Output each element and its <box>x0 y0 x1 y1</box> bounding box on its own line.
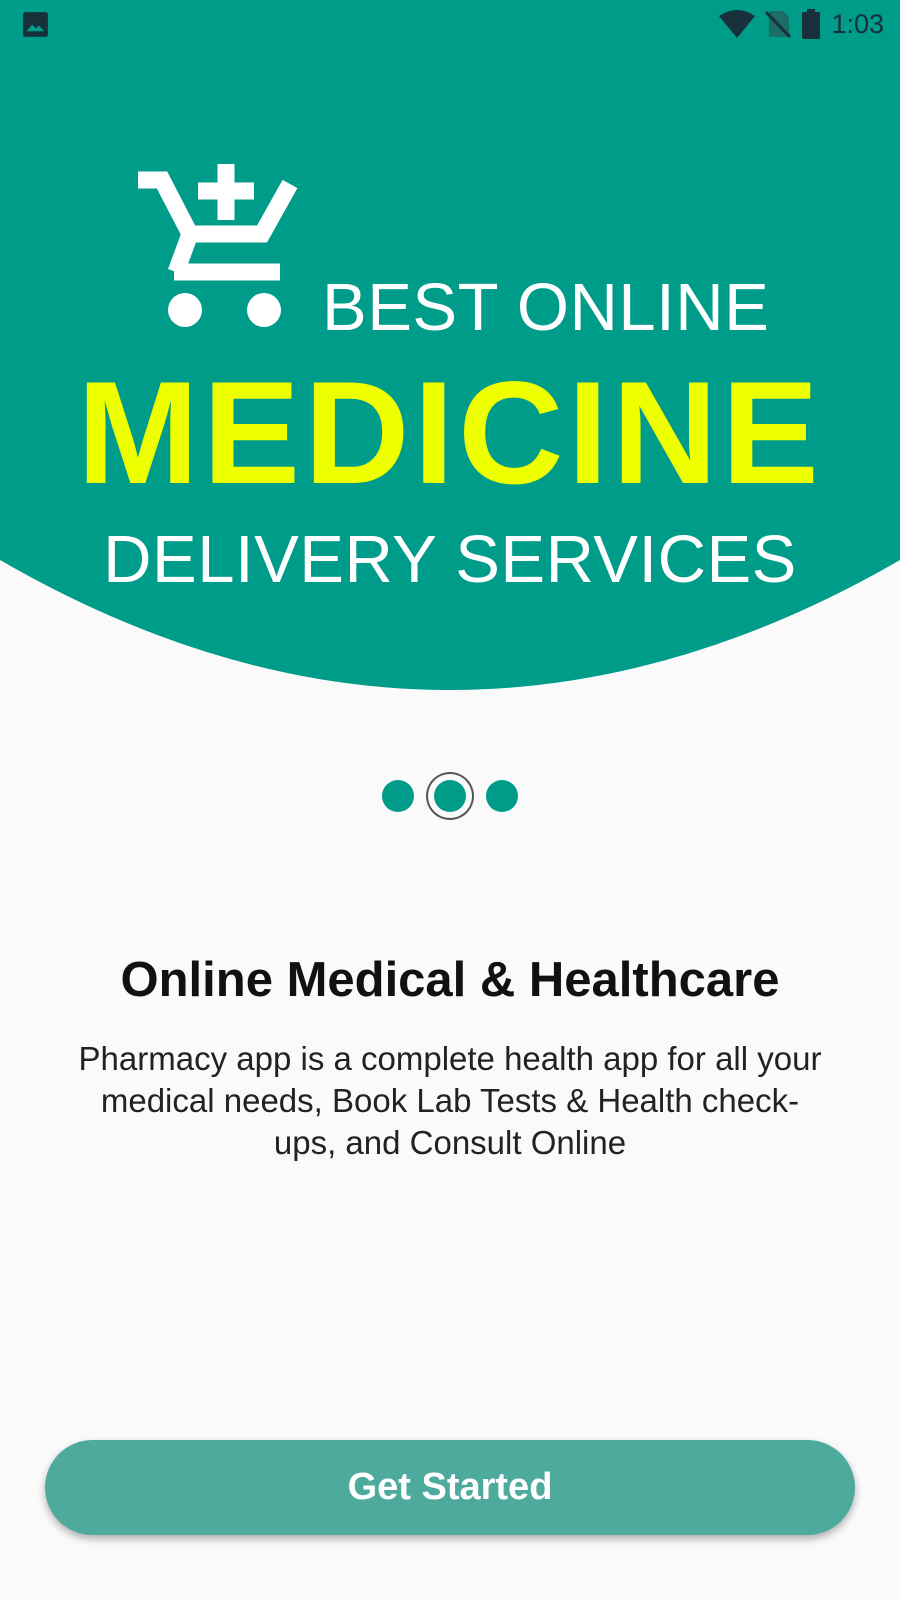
status-bar: 1:03 <box>0 0 900 48</box>
page-indicator <box>0 768 900 824</box>
onboarding-title: Online Medical & Healthcare <box>120 953 780 1007</box>
get-started-button[interactable]: Get Started <box>45 1440 855 1535</box>
page-dot-1[interactable] <box>382 780 414 812</box>
image-icon <box>23 12 48 37</box>
hero-tagline-highlight: MEDICINE <box>77 351 823 514</box>
hero-tagline-top: BEST ONLINE <box>322 270 770 345</box>
hero-tagline-bottom: DELIVERY SERVICES <box>103 522 797 597</box>
status-icons: 1:03 <box>719 8 884 40</box>
onboarding-description: Pharmacy app is a complete health app fo… <box>78 1040 822 1161</box>
battery-icon <box>802 9 821 39</box>
cart-plus-icon <box>138 164 298 327</box>
page-dot-3[interactable] <box>486 780 518 812</box>
status-time: 1:03 <box>831 9 884 39</box>
wifi-icon <box>719 10 756 38</box>
no-sim-icon <box>765 10 792 38</box>
page-dot-2-active[interactable] <box>434 780 466 812</box>
hero-banner: 1:03 BEST ONLINE MEDICINE DELIVERY SERVI… <box>0 0 900 700</box>
onboarding-screen: 1:03 BEST ONLINE MEDICINE DELIVERY SERVI… <box>0 0 900 1600</box>
